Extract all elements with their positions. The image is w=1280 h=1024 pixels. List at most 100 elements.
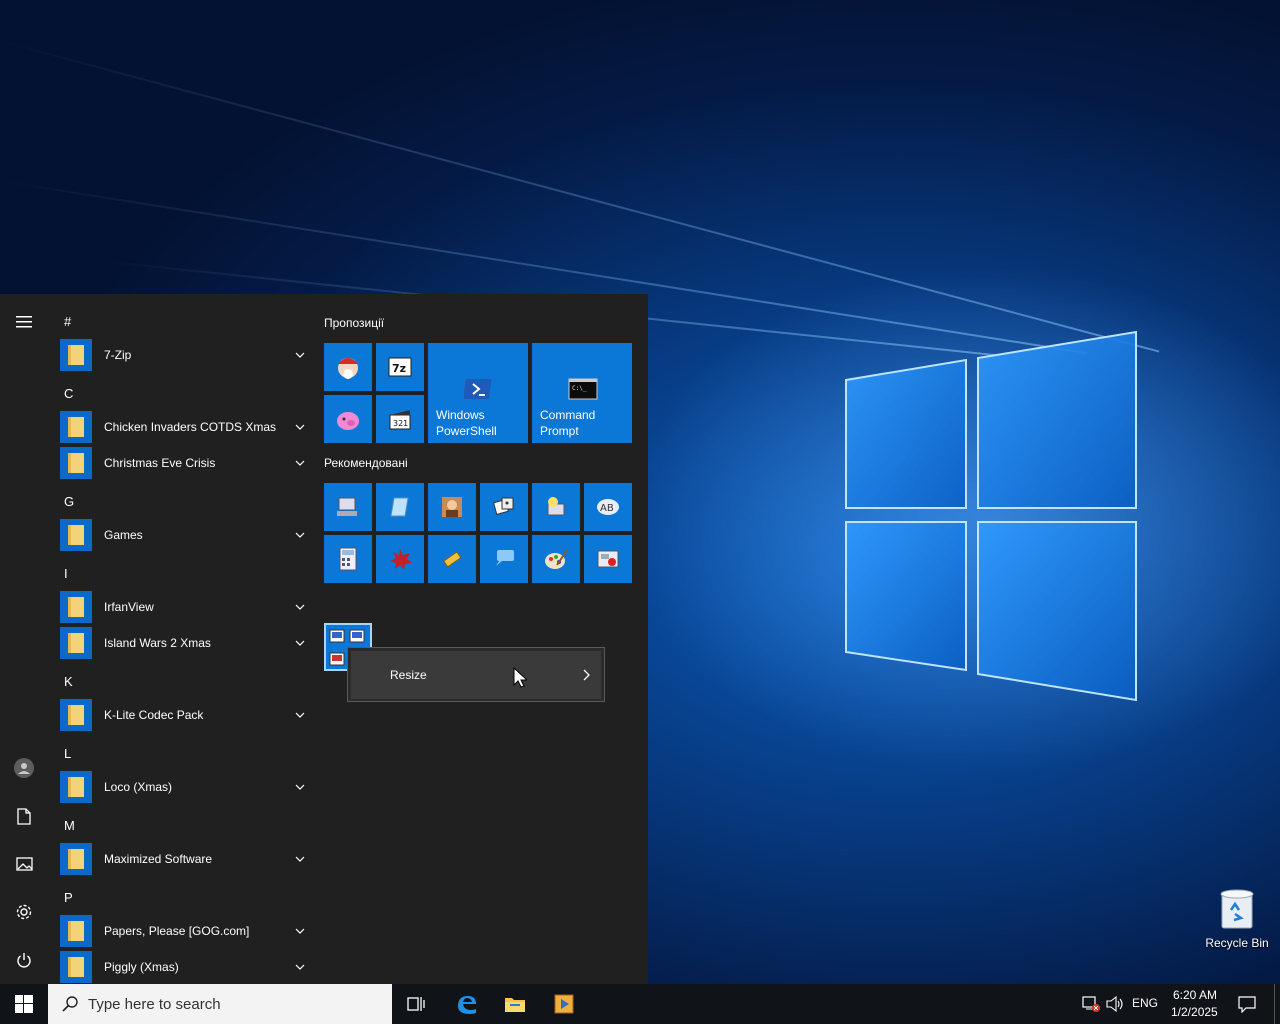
pictures-icon[interactable] bbox=[0, 844, 48, 884]
task-view-button[interactable] bbox=[392, 984, 440, 1024]
recorder-icon bbox=[597, 550, 619, 568]
app-chicken-invaders[interactable]: Chicken Invaders COTDS Xmas bbox=[60, 410, 308, 444]
user-icon[interactable] bbox=[0, 748, 48, 788]
hamburger-icon[interactable] bbox=[0, 302, 48, 342]
recycle-bin-icon bbox=[1219, 888, 1255, 930]
clock-time[interactable]: 6:20 AM bbox=[1173, 988, 1217, 1002]
start-rail bbox=[0, 294, 48, 984]
app-name: Christmas Eve Crisis bbox=[104, 456, 216, 470]
tile-command-prompt[interactable]: C:\_ Command Prompt bbox=[532, 343, 632, 443]
section-header[interactable]: M bbox=[64, 818, 75, 833]
tile-windows-powershell[interactable]: Windows PowerShell bbox=[428, 343, 528, 443]
piggy-icon bbox=[337, 412, 359, 430]
tile-group-title[interactable]: Пропозиції bbox=[324, 316, 384, 330]
notepad-icon bbox=[390, 497, 409, 517]
clock-date[interactable]: 1/2/2025 bbox=[1171, 1005, 1218, 1019]
folder-icon bbox=[60, 519, 92, 551]
app-papers-please[interactable]: Papers, Please [GOG.com] bbox=[60, 914, 308, 948]
file-explorer-button[interactable] bbox=[491, 984, 539, 1024]
search-icon bbox=[62, 996, 78, 1012]
mouse-cursor-icon bbox=[513, 667, 527, 688]
app-island-wars[interactable]: Island Wars 2 Xmas bbox=[60, 626, 308, 660]
santa-icon bbox=[338, 358, 358, 379]
language-indicator[interactable]: ENG bbox=[1132, 996, 1158, 1010]
section-header[interactable]: # bbox=[64, 314, 71, 329]
settings-icon[interactable] bbox=[0, 892, 48, 932]
app-games[interactable]: Games bbox=[60, 518, 308, 552]
resize-menu-item[interactable]: Resize bbox=[351, 651, 601, 699]
app-name: IrfanView bbox=[104, 600, 154, 614]
section-header[interactable]: I bbox=[64, 566, 68, 581]
chevron-down-icon bbox=[292, 923, 308, 939]
media-player-button[interactable] bbox=[540, 984, 588, 1024]
tile-recommended[interactable] bbox=[376, 535, 424, 583]
svg-text:C:\_: C:\_ bbox=[572, 385, 587, 392]
tile-7zip[interactable]: 7z bbox=[376, 343, 424, 391]
app-name: Maximized Software bbox=[104, 852, 213, 866]
dice-icon bbox=[493, 497, 514, 515]
splat-icon bbox=[390, 549, 412, 570]
search-box[interactable]: Type here to search bbox=[48, 984, 392, 1024]
media-player-icon bbox=[554, 994, 574, 1014]
taskbar: Type here to search ENG 6:20 AM 1/2/2025 bbox=[0, 984, 1280, 1024]
app-7zip[interactable]: 7-Zip bbox=[60, 338, 308, 372]
svg-text:AB: AB bbox=[600, 503, 614, 514]
app-christmas-eve-crisis[interactable]: Christmas Eve Crisis bbox=[60, 446, 308, 480]
app-name: Papers, Please [GOG.com] bbox=[104, 924, 250, 938]
app-loco[interactable]: Loco (Xmas) bbox=[60, 770, 308, 804]
app-maximized-software[interactable]: Maximized Software bbox=[60, 842, 308, 876]
tile-recommended[interactable]: AB bbox=[584, 483, 632, 531]
tile-recommended[interactable] bbox=[532, 535, 580, 583]
chevron-down-icon bbox=[292, 779, 308, 795]
tile-clapper[interactable]: 321 bbox=[376, 395, 424, 443]
section-header[interactable]: L bbox=[64, 746, 71, 761]
tile-recommended[interactable] bbox=[324, 535, 372, 583]
app-name: Piggly (Xmas) bbox=[104, 960, 179, 974]
folder-icon bbox=[60, 843, 92, 875]
recycle-bin[interactable]: Recycle Bin bbox=[1200, 888, 1274, 958]
show-desktop-button[interactable] bbox=[1274, 984, 1280, 1024]
command-prompt-icon: C:\_ bbox=[568, 378, 598, 400]
app-piggly[interactable]: Piggly (Xmas) bbox=[60, 950, 308, 984]
tile-recommended[interactable] bbox=[376, 483, 424, 531]
action-center-icon[interactable] bbox=[1238, 995, 1256, 1016]
calculator-icon bbox=[339, 547, 357, 571]
chevron-right-icon bbox=[571, 669, 601, 681]
folder-icon bbox=[60, 591, 92, 623]
tile-group-title[interactable]: Рекомендовані bbox=[324, 456, 408, 470]
tile-piggly[interactable] bbox=[324, 395, 372, 443]
app-list: # 7-Zip C Chicken Invaders COTDS Xmas Ch… bbox=[48, 294, 312, 984]
edge-button[interactable] bbox=[442, 984, 490, 1024]
tile-recommended[interactable] bbox=[324, 483, 372, 531]
app-name: Island Wars 2 Xmas bbox=[104, 636, 211, 650]
chevron-down-icon bbox=[292, 635, 308, 651]
app-irfanview[interactable]: IrfanView bbox=[60, 590, 308, 624]
edge-icon bbox=[458, 996, 476, 1014]
system-tray: ENG 6:20 AM 1/2/2025 bbox=[1080, 984, 1280, 1024]
portrait-icon bbox=[442, 497, 462, 517]
folder-icon bbox=[60, 627, 92, 659]
section-header[interactable]: P bbox=[64, 890, 73, 905]
recycle-bin-label: Recycle Bin bbox=[1205, 936, 1269, 950]
tile-recommended[interactable] bbox=[480, 483, 528, 531]
start-button[interactable] bbox=[0, 984, 48, 1024]
network-pc-icon bbox=[337, 497, 357, 516]
tile-recommended[interactable] bbox=[428, 483, 476, 531]
volume-icon[interactable] bbox=[1106, 995, 1124, 1015]
help-icon bbox=[547, 497, 565, 516]
tile-recommended[interactable] bbox=[532, 483, 580, 531]
network-error-icon[interactable] bbox=[1082, 996, 1100, 1015]
tile-santa[interactable] bbox=[324, 343, 372, 391]
tile-label: Windows PowerShell bbox=[436, 408, 497, 438]
tile-recommended[interactable] bbox=[428, 535, 476, 583]
section-header[interactable]: C bbox=[64, 386, 73, 401]
app-name: Loco (Xmas) bbox=[104, 780, 173, 794]
folder-icon bbox=[60, 447, 92, 479]
app-klite[interactable]: K-Lite Codec Pack bbox=[60, 698, 308, 732]
tile-recommended[interactable] bbox=[584, 535, 632, 583]
power-icon[interactable] bbox=[0, 940, 48, 980]
section-header[interactable]: K bbox=[64, 674, 73, 689]
documents-icon[interactable] bbox=[0, 796, 48, 836]
section-header[interactable]: G bbox=[64, 494, 74, 509]
tile-recommended[interactable] bbox=[480, 535, 528, 583]
